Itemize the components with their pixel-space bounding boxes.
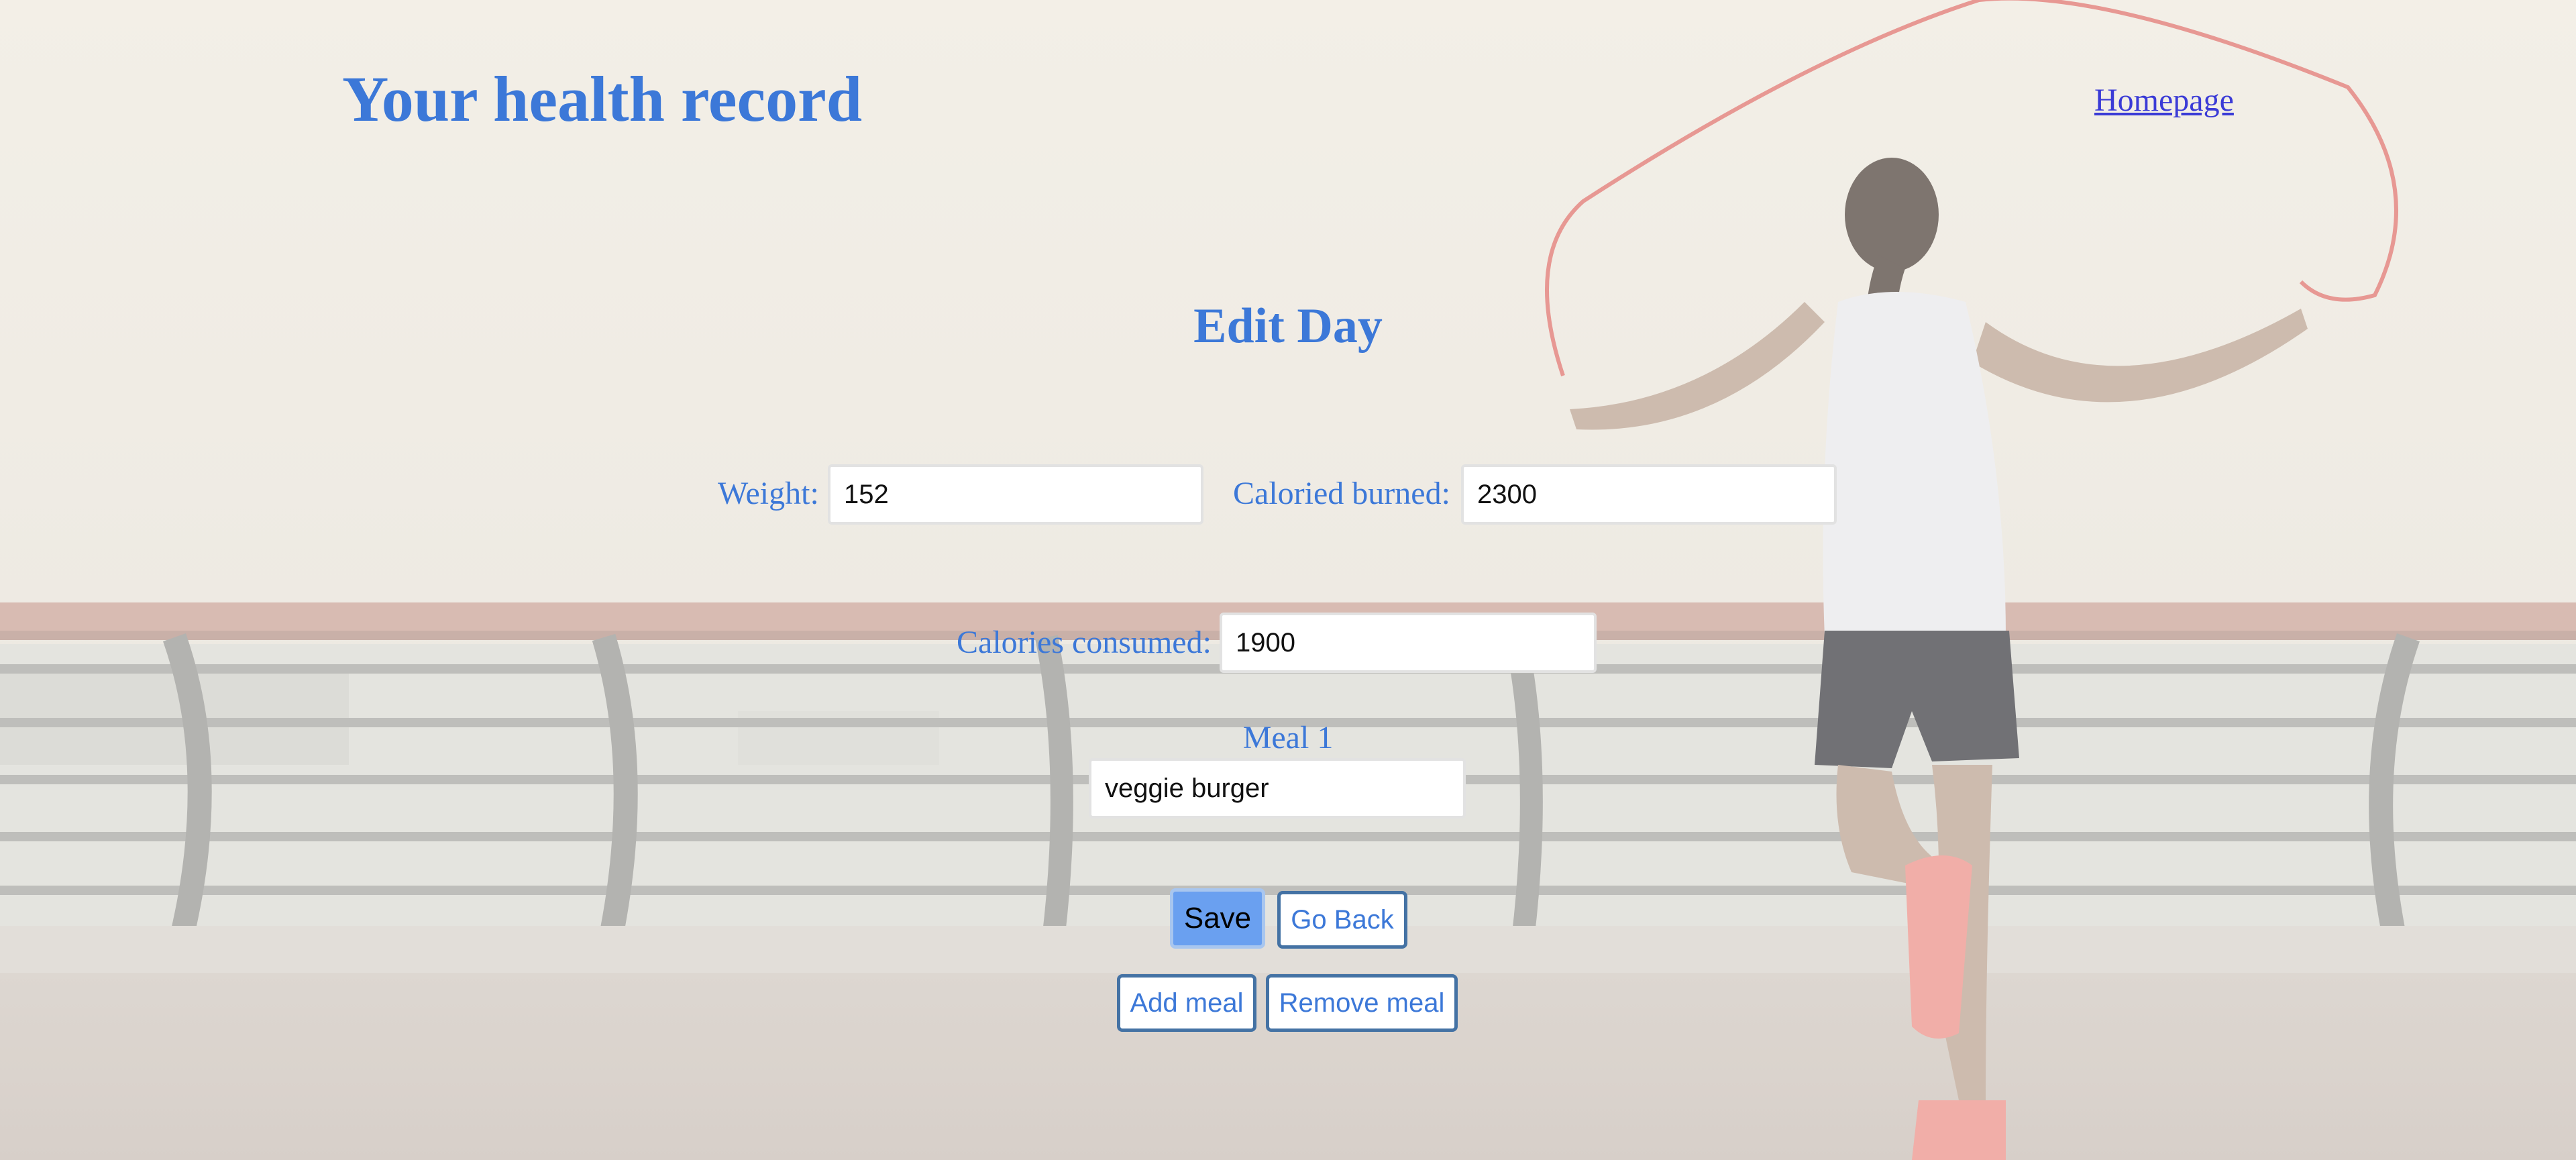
page-title: Edit Day bbox=[1193, 299, 1383, 354]
calories-consumed-label: Calories consumed: bbox=[957, 625, 1212, 660]
remove-meal-button[interactable]: Remove meal bbox=[1266, 974, 1458, 1032]
save-button[interactable]: Save bbox=[1170, 888, 1265, 949]
meal-input[interactable] bbox=[1089, 758, 1466, 819]
weight-label: Weight: bbox=[718, 476, 819, 511]
homepage-link[interactable]: Homepage bbox=[2094, 79, 2234, 122]
calories-burned-label: Caloried burned: bbox=[1233, 476, 1450, 511]
add-meal-button[interactable]: Add meal bbox=[1117, 974, 1256, 1032]
meal-label: Meal 1 bbox=[1242, 720, 1334, 755]
calories-burned-input[interactable] bbox=[1461, 464, 1837, 525]
go-back-button[interactable]: Go Back bbox=[1277, 891, 1407, 949]
weight-input[interactable] bbox=[828, 464, 1203, 525]
site-title: Your health record bbox=[342, 63, 863, 135]
calories-consumed-input[interactable] bbox=[1220, 613, 1597, 673]
